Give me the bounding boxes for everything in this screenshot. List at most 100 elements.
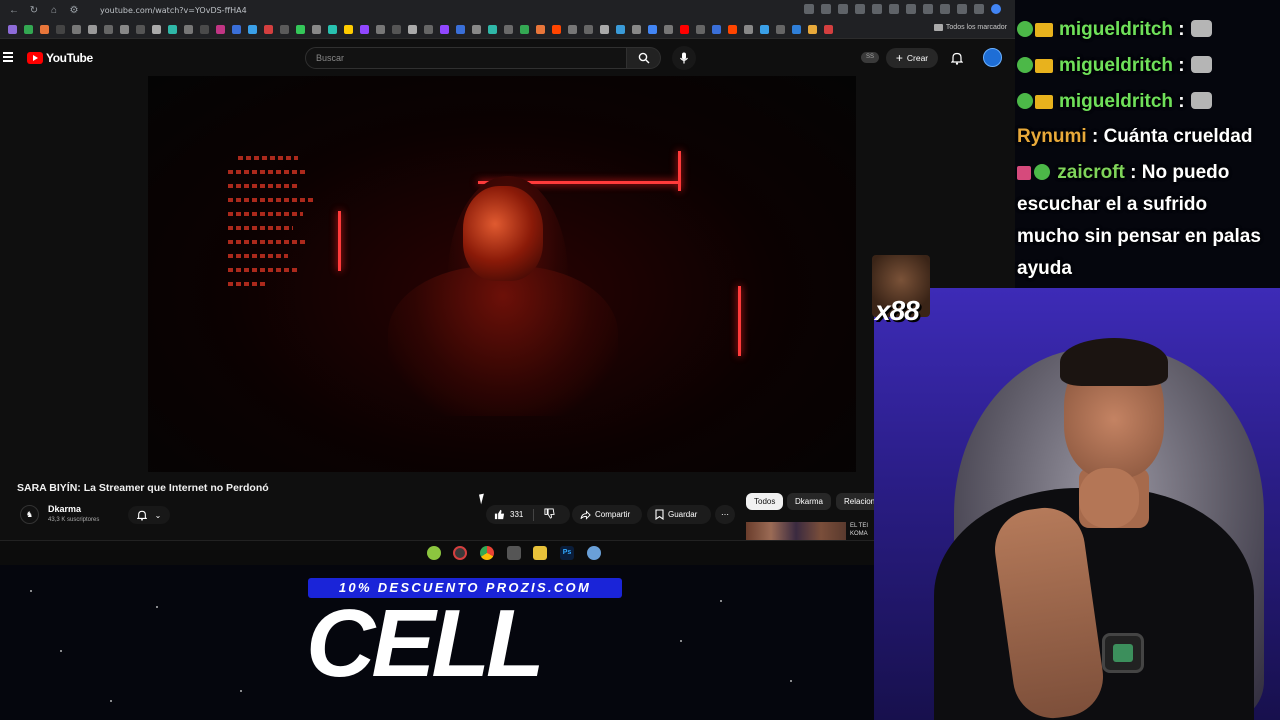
extension-icon[interactable] xyxy=(940,4,950,14)
profile-icon[interactable] xyxy=(991,4,1001,14)
extension-icon[interactable] xyxy=(957,4,967,14)
extension-icon[interactable] xyxy=(889,4,899,14)
bookmark-icon[interactable] xyxy=(456,24,465,34)
app-icon[interactable] xyxy=(587,546,601,560)
bookmark-icon[interactable] xyxy=(104,24,113,34)
share-button[interactable]: Compartir xyxy=(572,505,642,524)
extension-icon[interactable] xyxy=(923,4,933,14)
photoshop-icon[interactable]: Ps xyxy=(560,546,574,560)
channel-avatar[interactable]: ♞ xyxy=(20,505,39,524)
bookmark-icon[interactable] xyxy=(312,24,321,34)
bookmark-icon[interactable] xyxy=(392,24,401,34)
menu-icon[interactable] xyxy=(3,52,13,64)
bookmark-icon[interactable] xyxy=(440,24,449,34)
app-icon[interactable] xyxy=(453,546,467,560)
search-input[interactable]: Buscar xyxy=(305,47,627,69)
reload-icon[interactable]: ↻ xyxy=(28,5,40,16)
bookmark-icon[interactable] xyxy=(328,24,337,34)
create-button[interactable]: + Crear xyxy=(886,48,938,68)
channel-name[interactable]: Dkarma xyxy=(48,504,81,514)
dislike-button[interactable] xyxy=(544,508,555,521)
bookmark-icon[interactable] xyxy=(632,24,641,34)
bookmark-icon[interactable] xyxy=(40,24,49,34)
site-info-icon[interactable]: ⚙ xyxy=(68,5,80,16)
bookmark-icon[interactable] xyxy=(776,24,785,34)
bookmark-icon[interactable] xyxy=(88,24,97,34)
bookmark-icon[interactable] xyxy=(760,24,769,34)
more-actions-button[interactable]: ⋯ xyxy=(715,505,735,524)
bookmark-icon[interactable] xyxy=(8,24,17,34)
all-bookmarks-folder[interactable]: Todos los marcador xyxy=(933,24,1007,31)
account-avatar[interactable] xyxy=(983,48,1002,67)
bookmark-icon[interactable] xyxy=(808,24,817,34)
bookmark-icon[interactable] xyxy=(168,24,177,34)
bookmark-icon[interactable] xyxy=(360,24,369,34)
bookmark-icon[interactable] xyxy=(56,24,65,34)
bookmark-icon[interactable] xyxy=(264,24,273,34)
bookmark-icon[interactable] xyxy=(488,24,497,34)
app-icon[interactable] xyxy=(507,546,521,560)
bookmark-icon[interactable] xyxy=(696,24,705,34)
bookmark-icon[interactable] xyxy=(184,24,193,34)
bookmark-icon[interactable] xyxy=(232,24,241,34)
bookmark-icon[interactable] xyxy=(504,24,513,34)
extension-icon[interactable] xyxy=(974,4,984,14)
bookmark-icon[interactable] xyxy=(376,24,385,34)
bookmark-icon[interactable] xyxy=(136,24,145,34)
chip-dkarma[interactable]: Dkarma xyxy=(787,493,832,510)
voice-search-button[interactable] xyxy=(672,46,696,70)
bookmark-icon[interactable] xyxy=(72,24,81,34)
chip-todos[interactable]: Todos xyxy=(746,493,784,510)
address-bar[interactable]: youtube.com/watch?v=YOvDS-ffHA4 xyxy=(94,3,794,17)
bookmark-icon[interactable] xyxy=(152,24,161,34)
bookmark-icon[interactable] xyxy=(296,24,305,34)
related-video-title[interactable]: EL TEI KOMA xyxy=(850,523,868,539)
bookmark-icon[interactable] xyxy=(472,24,481,34)
bookmark-icon[interactable] xyxy=(552,24,561,34)
ss-badge[interactable]: SS xyxy=(861,52,879,63)
bookmark-icon[interactable] xyxy=(248,24,257,34)
extension-icon[interactable] xyxy=(838,4,848,14)
bookmark-icon[interactable] xyxy=(648,24,657,34)
bookmark-icon[interactable] xyxy=(680,24,689,34)
bookmark-icon[interactable] xyxy=(824,24,833,34)
bookmark-icon[interactable] xyxy=(616,24,625,34)
bookmark-icon[interactable] xyxy=(520,24,529,34)
bookmark-icon[interactable] xyxy=(568,24,577,34)
bookmark-icon[interactable] xyxy=(344,24,353,34)
bell-icon xyxy=(136,510,147,521)
save-button[interactable]: Guardar xyxy=(647,505,711,524)
related-video-thumbnail[interactable] xyxy=(746,522,846,542)
bookmark-icon[interactable] xyxy=(744,24,753,34)
extension-icon[interactable] xyxy=(804,4,814,14)
extension-icon[interactable] xyxy=(855,4,865,14)
bookmark-icon[interactable] xyxy=(664,24,673,34)
bookmark-icon[interactable] xyxy=(216,24,225,34)
bookmark-icon[interactable] xyxy=(200,24,209,34)
bookmark-icon[interactable] xyxy=(408,24,417,34)
bookmark-icon[interactable] xyxy=(24,24,33,34)
bookmark-icon[interactable] xyxy=(792,24,801,34)
youtube-logo[interactable]: YouTube xyxy=(27,51,93,65)
bookmark-icon[interactable] xyxy=(120,24,129,34)
back-icon[interactable]: ← xyxy=(8,5,20,16)
bookmark-icon[interactable] xyxy=(728,24,737,34)
extension-icon[interactable] xyxy=(821,4,831,14)
folder-icon[interactable] xyxy=(533,546,547,560)
video-player[interactable] xyxy=(148,76,856,472)
extension-icon[interactable] xyxy=(872,4,882,14)
bookmark-icon[interactable] xyxy=(536,24,545,34)
chrome-icon[interactable] xyxy=(480,546,494,560)
home-icon[interactable]: ⌂ xyxy=(48,5,60,16)
subscribed-bell-button[interactable]: ⌄ xyxy=(128,506,170,524)
like-button[interactable]: 331 xyxy=(494,509,523,520)
bookmark-icon[interactable] xyxy=(424,24,433,34)
bookmark-icon[interactable] xyxy=(280,24,289,34)
bookmark-icon[interactable] xyxy=(600,24,609,34)
bookmark-icon[interactable] xyxy=(712,24,721,34)
extension-icon[interactable] xyxy=(906,4,916,14)
bookmark-icon[interactable] xyxy=(584,24,593,34)
notifications-button[interactable] xyxy=(948,49,966,67)
app-icon[interactable] xyxy=(427,546,441,560)
search-button[interactable] xyxy=(627,47,661,69)
